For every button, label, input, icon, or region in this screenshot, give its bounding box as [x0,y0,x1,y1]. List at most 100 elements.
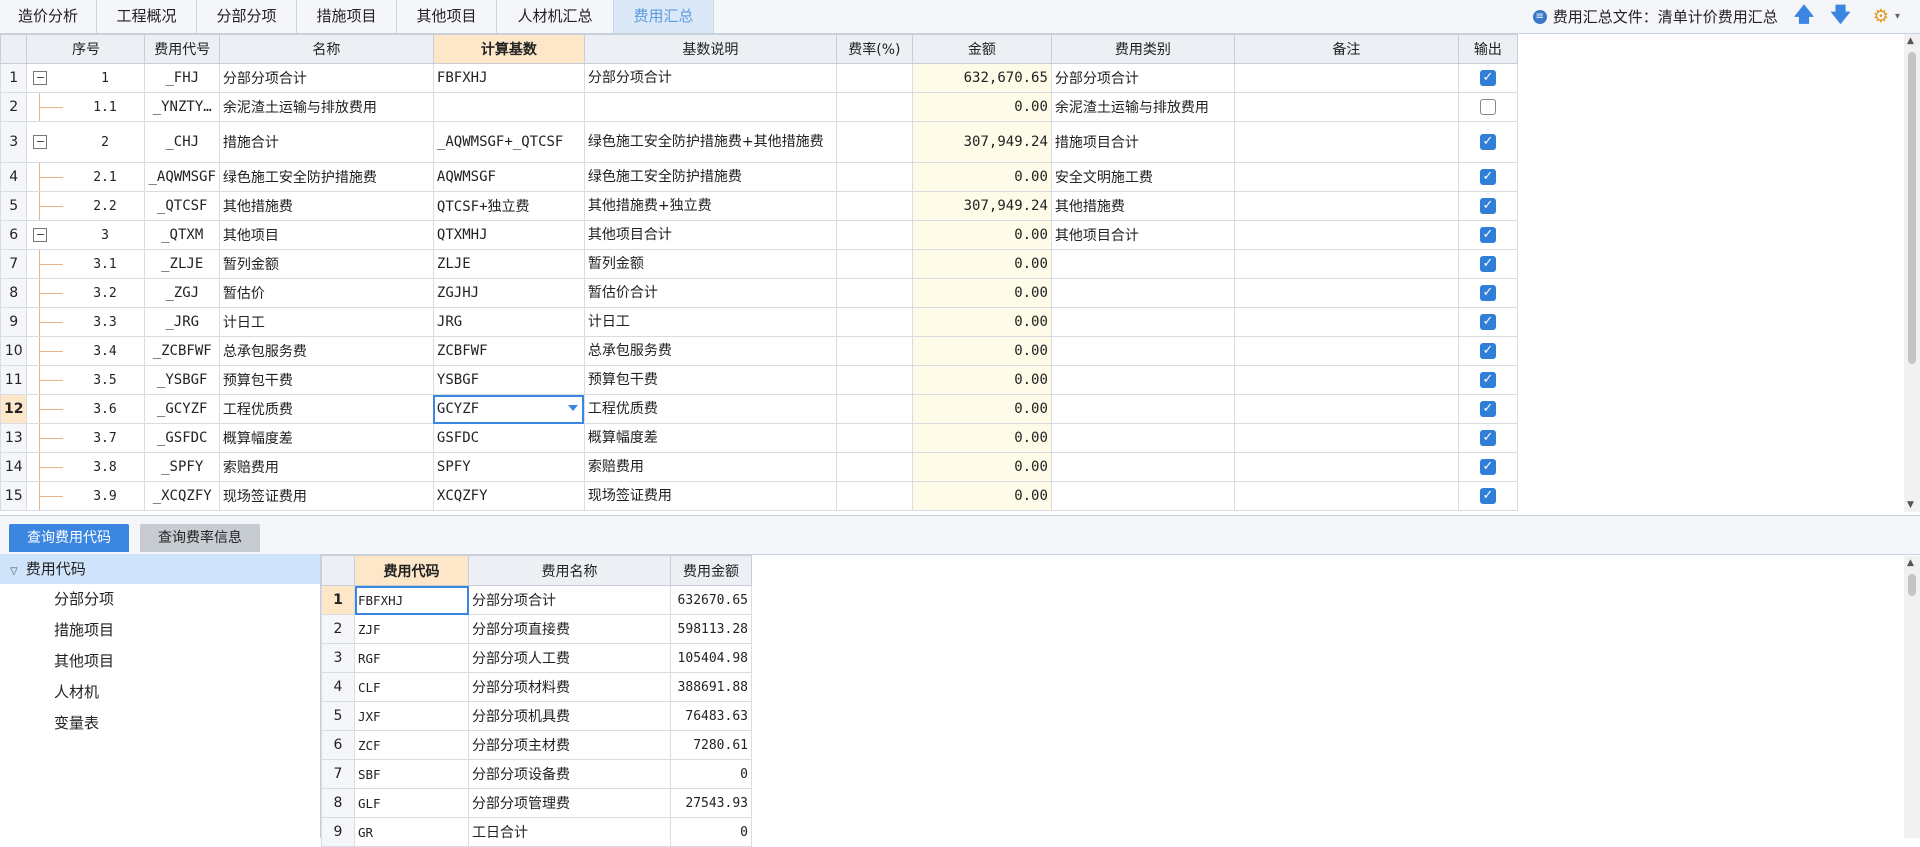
fee-category-cell[interactable]: 其他措施费 [1050,191,1235,221]
tab-other-items[interactable]: 其他项目 [397,0,497,33]
header-base-desc[interactable]: 基数说明 [583,34,837,64]
note-cell[interactable] [1233,220,1459,250]
dropdown-caret-icon[interactable] [567,405,578,411]
header-output[interactable]: 输出 [1457,34,1518,64]
fee-code-cell[interactable]: _YSBGF [144,365,220,395]
note-cell[interactable] [1233,365,1459,395]
name-cell[interactable]: 其他项目 [218,220,434,250]
fee-code-cell[interactable]: _QTCSF [144,191,220,221]
fee-code-cell[interactable]: _ZCBFWF [144,336,220,366]
tab-fee-summary[interactable]: 费用汇总 [614,0,714,33]
name-cell[interactable]: 暂估价 [218,278,434,308]
seq-cell[interactable]: 3.2 [26,278,146,308]
scrollbar-thumb[interactable] [1908,574,1916,596]
row-number[interactable]: 7 [0,249,28,279]
note-cell[interactable] [1233,452,1459,482]
fee-category-cell[interactable] [1050,452,1235,482]
fee-code-cell[interactable]: _FHJ [144,63,220,93]
fee-code-cell[interactable]: ZCF [354,730,469,760]
scroll-up-icon[interactable]: ▲ [1907,558,1914,568]
fee-category-cell[interactable] [1050,423,1235,453]
row-number[interactable]: 9 [0,307,28,337]
output-cell[interactable]: ✓ [1457,63,1518,93]
row-number[interactable]: 1 [321,585,355,615]
table-row[interactable]: 1 FBFXHJ 分部分项合计 632670.65 [321,585,752,615]
name-cell[interactable]: 其他措施费 [218,191,434,221]
collapse-icon[interactable]: − [33,135,48,149]
output-checkbox[interactable]: ✓ [1479,198,1496,214]
table-row[interactable]: 9 GR 工日合计 0 [321,817,752,847]
fee-category-cell[interactable] [1050,394,1235,424]
collapse-icon[interactable]: − [33,228,48,242]
base-desc-cell[interactable]: 概算幅度差 [583,423,837,453]
header-name[interactable]: 名称 [218,34,434,64]
sub-header-fee-name[interactable]: 费用名称 [468,555,671,586]
fee-category-cell[interactable] [1050,249,1235,279]
fee-category-cell[interactable] [1050,365,1235,395]
calc-base-cell[interactable]: YSBGF [432,365,585,395]
header-amount[interactable]: 金额 [911,34,1052,64]
row-number[interactable]: 10 [0,336,28,366]
calc-base-cell[interactable]: FBFXHJ [432,63,585,93]
tab-query-fee-code[interactable]: 查询费用代码 [9,524,129,552]
fee-name-cell[interactable]: 分部分项合计 [468,585,671,615]
tab-sub-items[interactable]: 分部分项 [197,0,297,33]
fee-code-cell[interactable]: SBF [354,759,469,789]
table-row[interactable]: 2 ZJF 分部分项直接费 598113.28 [321,614,752,644]
settings-tools-icon[interactable]: ⚙ [1873,6,1889,27]
rate-cell[interactable] [835,336,913,366]
tab-query-rate-info[interactable]: 查询费率信息 [140,524,260,552]
output-checkbox[interactable]: ✓ [1479,314,1496,330]
base-desc-cell[interactable]: 预算包干费 [583,365,837,395]
table-row[interactable]: 4 2.1 _AQWMSGF 绿色施工安全防护措施费 AQWMSGF 绿色施工安全防护措施… [0,162,1518,192]
output-cell[interactable]: ✓ [1457,162,1518,192]
fee-code-cell[interactable]: JXF [354,701,469,731]
table-row[interactable]: 1−1 _FHJ 分部分项合计 FBFXHJ 分部分项合计 632,670.65 分部分项合… [0,63,1518,93]
note-cell[interactable] [1233,307,1459,337]
rate-cell[interactable] [835,162,913,192]
note-cell[interactable] [1233,92,1459,122]
row-number[interactable]: 4 [0,162,28,192]
name-cell[interactable]: 绿色施工安全防护措施费 [218,162,434,192]
base-desc-cell[interactable]: 其他项目合计 [583,220,837,250]
fee-name-cell[interactable]: 分部分项主材费 [468,730,671,760]
fee-name-cell[interactable]: 分部分项直接费 [468,614,671,644]
base-desc-cell[interactable]: 暂列金额 [583,249,837,279]
name-cell[interactable]: 分部分项合计 [218,63,434,93]
seq-cell[interactable]: 3.5 [26,365,146,395]
seq-cell[interactable]: −3 [26,220,146,250]
rate-cell[interactable] [835,423,913,453]
tree-item-other-items[interactable]: 其他项目 [0,646,320,677]
calc-base-cell[interactable]: SPFY [432,452,585,482]
row-number[interactable]: 8 [0,278,28,308]
rate-cell[interactable] [835,452,913,482]
header-calc-base[interactable]: 计算基数 [432,34,585,64]
calc-base-cell[interactable]: QTCSF+独立费 [432,191,585,221]
fee-code-cell[interactable]: CLF [354,672,469,702]
base-desc-cell[interactable]: 其他措施费+独立费 [583,191,837,221]
scroll-down-icon[interactable]: ▼ [1907,500,1914,510]
fee-code-cell[interactable]: _GCYZF [144,394,220,424]
note-cell[interactable] [1233,278,1459,308]
table-row[interactable]: 14 3.8 _SPFY 索赔费用 SPFY 索赔费用 0.00 ✓ [0,452,1518,482]
fee-name-cell[interactable]: 分部分项人工费 [468,643,671,673]
fee-code-cell[interactable]: RGF [354,643,469,673]
fee-category-cell[interactable] [1050,278,1235,308]
header-fee-code[interactable]: 费用代号 [144,34,220,64]
row-number[interactable]: 8 [321,788,355,818]
name-cell[interactable]: 计日工 [218,307,434,337]
seq-cell[interactable]: 3.9 [26,481,146,511]
row-number[interactable]: 14 [0,452,28,482]
fee-category-cell[interactable]: 余泥渣土运输与排放费用 [1050,92,1235,122]
output-cell[interactable]: ✓ [1457,452,1518,482]
fee-code-cell[interactable]: _XCQZFY [144,481,220,511]
fee-code-cell[interactable]: _CHJ [144,121,220,163]
note-cell[interactable] [1233,394,1459,424]
output-checkbox[interactable]: ✓ [1479,285,1496,301]
table-row[interactable]: 15 3.9 _XCQZFY 现场签证费用 XCQZFY 现场签证费用 0.00 ✓ [0,481,1518,511]
scrollbar-thumb[interactable] [1908,52,1916,364]
base-desc-cell[interactable] [583,92,837,122]
output-checkbox[interactable]: ✓ [1479,459,1496,475]
fee-code-cell[interactable]: _GSFDC [144,423,220,453]
rate-cell[interactable] [835,220,913,250]
